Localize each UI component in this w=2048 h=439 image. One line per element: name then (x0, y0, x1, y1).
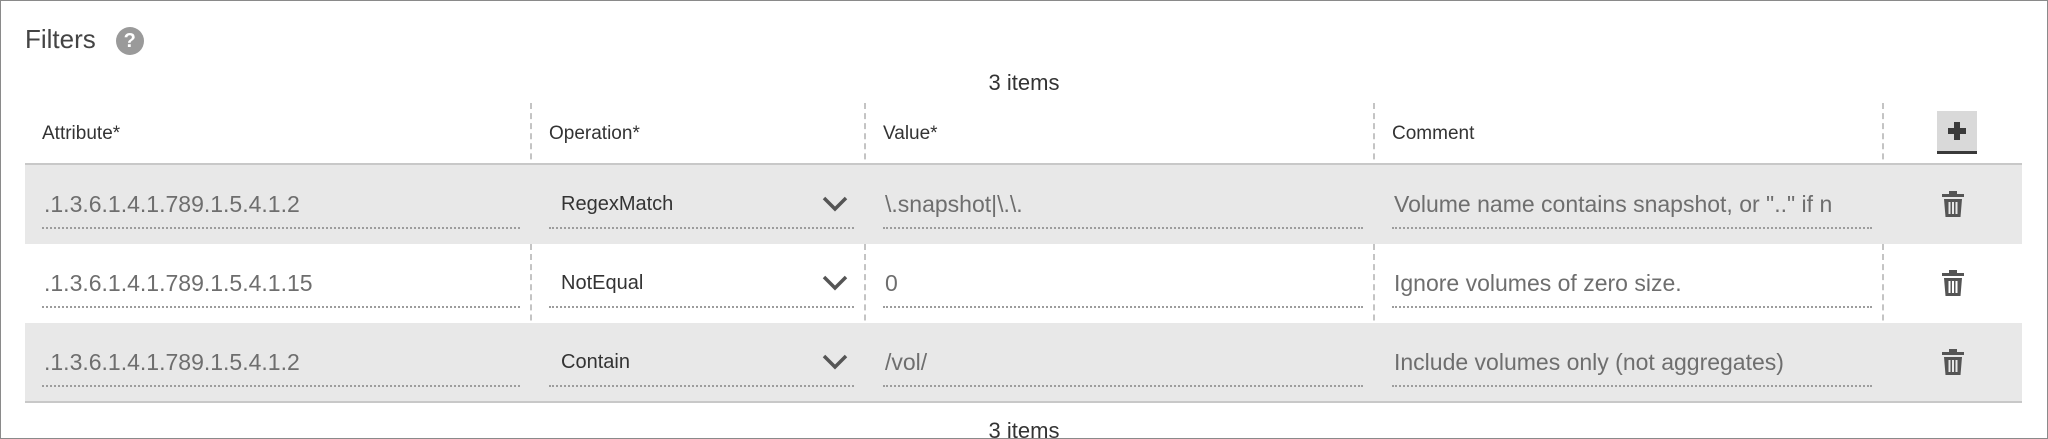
chevron-down-icon (822, 196, 848, 212)
trash-icon[interactable] (1941, 348, 1965, 376)
chevron-down-icon (822, 275, 848, 291)
value-input[interactable]: \.snapshot|\.\. (883, 181, 1363, 229)
table-row: .1.3.6.1.4.1.789.1.5.4.1.15 NotEqual 0 I… (25, 244, 2022, 323)
table-row: .1.3.6.1.4.1.789.1.5.4.1.2 Contain /vol/… (25, 323, 2022, 402)
comment-text: Include volumes only (not aggregates) (1394, 348, 1784, 375)
table-header: Attribute* Operation* Value* Comment (25, 103, 2022, 165)
comment-input[interactable]: Ignore volumes of zero size. (1392, 260, 1872, 308)
filters-table: Attribute* Operation* Value* Comment .1.… (25, 103, 2022, 403)
operation-value: Contain (561, 350, 630, 373)
value-input[interactable]: /vol/ (883, 339, 1363, 387)
operation-value: RegexMatch (561, 192, 674, 215)
comment-text: Volume name contains snapshot, or ".." i… (1394, 190, 1833, 217)
trash-icon[interactable] (1941, 269, 1965, 297)
table-bottom-border (25, 401, 2022, 403)
column-header-value: Value* (883, 123, 938, 144)
column-header-operation: Operation* (549, 123, 640, 144)
attribute-input[interactable]: .1.3.6.1.4.1.789.1.5.4.1.2 (42, 181, 520, 229)
question-circle-icon[interactable]: ? (115, 27, 144, 55)
item-count-bottom: 3 items (988, 418, 1060, 439)
section-title: Filters (25, 23, 96, 54)
chevron-down-icon (822, 354, 848, 370)
operation-value: NotEqual (561, 271, 644, 294)
comment-input[interactable]: Include volumes only (not aggregates) (1392, 339, 1872, 387)
attribute-value: .1.3.6.1.4.1.789.1.5.4.1.15 (44, 269, 313, 296)
attribute-value: .1.3.6.1.4.1.789.1.5.4.1.2 (44, 190, 300, 217)
filters-panel: Filters ? 3 items Attribute* Operation* … (0, 0, 2048, 439)
column-header-attribute: Attribute* (42, 123, 121, 144)
value-input[interactable]: 0 (883, 260, 1363, 308)
column-header-comment: Comment (1392, 123, 1475, 144)
attribute-value: .1.3.6.1.4.1.789.1.5.4.1.2 (44, 348, 300, 375)
comment-input[interactable]: Volume name contains snapshot, or ".." i… (1392, 181, 1872, 229)
value-text: \.snapshot|\.\. (885, 190, 1023, 217)
value-text: /vol/ (885, 348, 928, 375)
operation-select[interactable]: Contain (549, 339, 854, 387)
section-header: Filters ? (25, 23, 144, 55)
comment-text: Ignore volumes of zero size. (1394, 269, 1682, 296)
item-count-top: 3 items (988, 70, 1060, 95)
value-text: 0 (885, 269, 898, 296)
attribute-input[interactable]: .1.3.6.1.4.1.789.1.5.4.1.2 (42, 339, 520, 387)
operation-select[interactable]: NotEqual (549, 260, 854, 308)
attribute-input[interactable]: .1.3.6.1.4.1.789.1.5.4.1.15 (42, 260, 520, 308)
plus-icon (1948, 122, 1966, 140)
trash-icon[interactable] (1941, 190, 1965, 218)
add-row-button[interactable] (1937, 111, 1977, 154)
table-row: .1.3.6.1.4.1.789.1.5.4.1.2 RegexMatch \.… (25, 165, 2022, 244)
operation-select[interactable]: RegexMatch (549, 181, 854, 229)
